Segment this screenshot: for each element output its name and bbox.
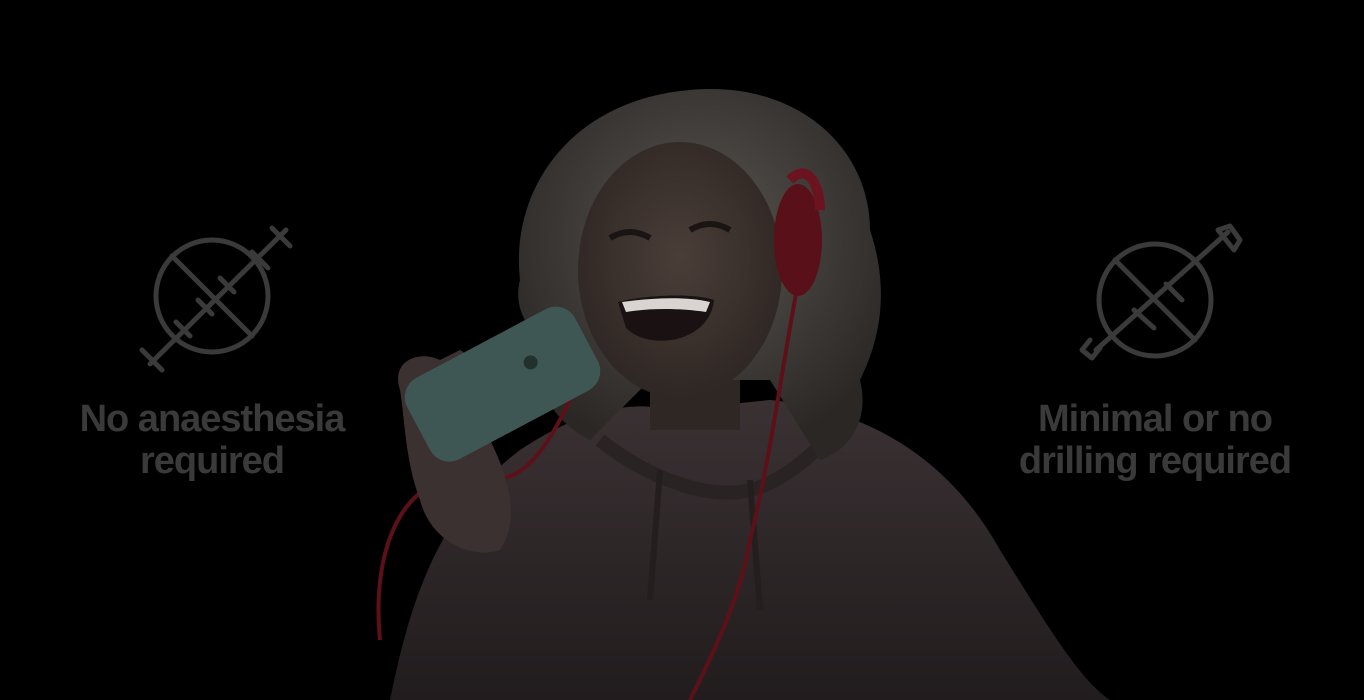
hero-section: No anaesthesia required Minimal or no dr… bbox=[0, 0, 1364, 700]
no-injection-icon bbox=[62, 222, 362, 398]
feature-no-anaesthesia: No anaesthesia required bbox=[62, 222, 362, 482]
hero-photo bbox=[350, 80, 1130, 700]
feature-label-line2: required bbox=[139, 440, 285, 482]
face bbox=[578, 142, 782, 398]
feature-label-line1: No anaesthesia bbox=[79, 398, 346, 440]
